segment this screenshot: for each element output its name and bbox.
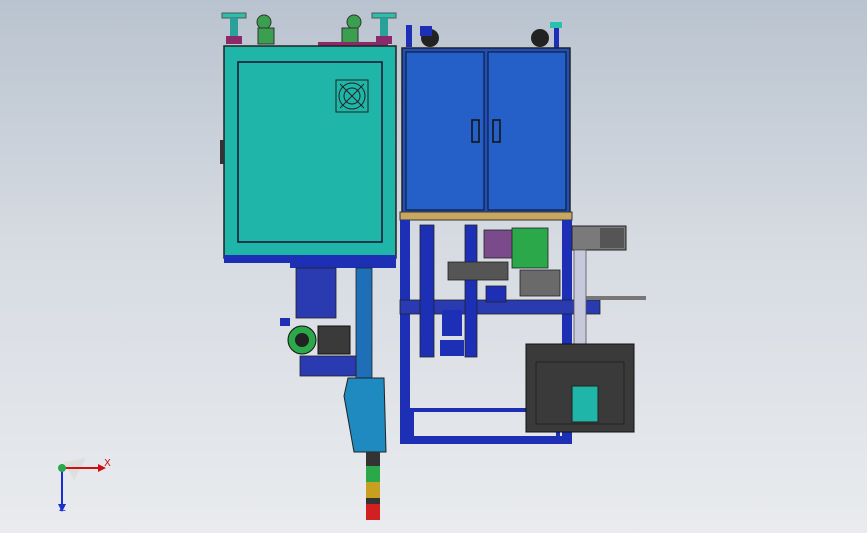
caster-right [341,14,362,45]
caster-left [256,14,275,45]
caster-blue-left [406,25,439,47]
blue-electrical-cabinet[interactable] [399,47,573,221]
x-axis-label: X [104,458,111,469]
teal-cabinet[interactable] [220,45,397,263]
caster-blue-right [531,22,562,48]
drive-unit [280,262,396,381]
cad-model[interactable] [0,0,867,533]
signal-tower [366,452,380,520]
hmi-panel[interactable] [525,343,635,433]
cad-viewport[interactable]: X Z [0,0,867,533]
z-axis-label: Z [59,503,66,514]
leveling-foot-right [371,12,397,44]
leveling-foot-left [221,12,247,44]
feed-hopper [343,377,387,453]
